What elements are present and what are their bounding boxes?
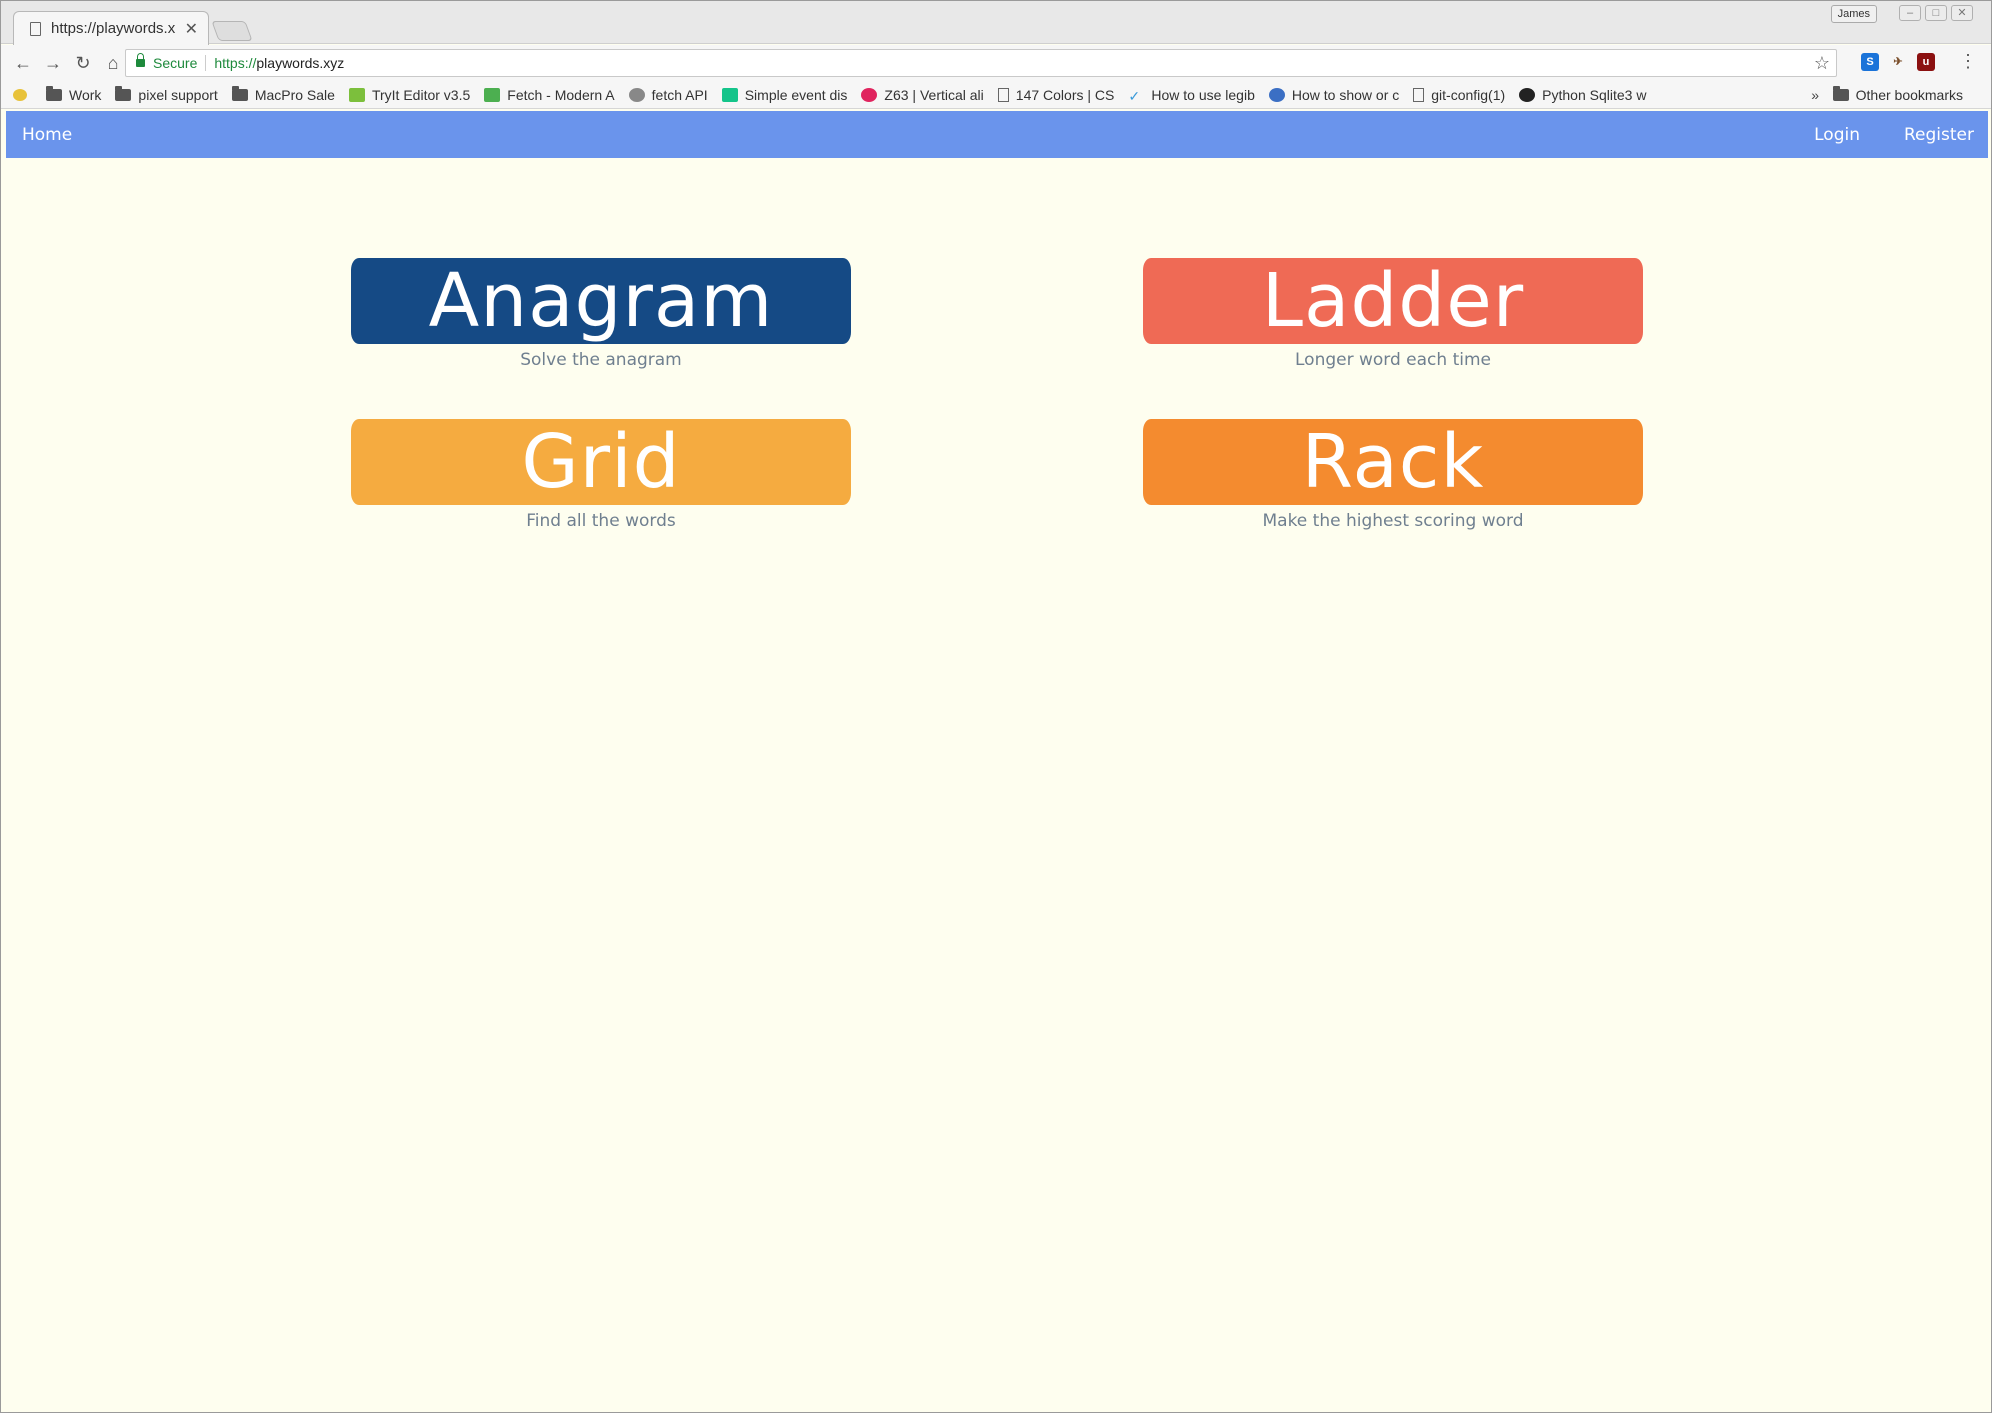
rack-button[interactable]: Rack [1143,419,1643,505]
url-host: playwords.xyz [256,55,345,71]
lock-icon [136,53,145,67]
anagram-description: Solve the anagram [520,350,682,370]
grid-description: Find all the words [526,511,676,531]
close-window-button[interactable]: ✕ [1951,5,1973,21]
bookmark-item[interactable]: TryIt Editor v3.5 [348,87,470,103]
home-icon[interactable]: ⌂ [99,49,127,77]
medium-icon [721,87,738,102]
extension-bird-icon[interactable]: ✈ [1889,53,1907,71]
game-card-rack: Rack Make the highest scoring word [1143,419,1643,531]
page-icon [1413,87,1425,102]
new-tab-button[interactable] [211,21,253,41]
folder-icon [46,85,62,101]
bookmark-item[interactable]: Z63 | Vertical ali [861,87,984,103]
maximize-window-button[interactable]: □ [1925,5,1947,21]
anagram-button[interactable]: Anagram [351,258,851,344]
globe-icon [628,87,645,102]
bookmark-item[interactable]: 147 Colors | CS [997,87,1114,103]
page-content: Home Login Register Anagram Solve the an… [6,111,1988,1411]
site-navbar: Home Login Register [6,111,1988,158]
w3-icon [348,87,365,102]
browser-tab[interactable]: https://playwords.x ✕ [13,11,209,45]
nav-home-link[interactable]: Home [22,125,72,145]
page-icon [30,21,41,36]
tab-strip: https://playwords.x ✕ James – □ ✕ [1,1,1991,45]
back-icon[interactable]: ← [9,49,37,77]
bookmark-item[interactable]: fetch API [628,87,708,103]
bookmark-item[interactable]: How to show or c [1268,87,1399,103]
github-icon [1519,87,1536,102]
bookmark-apps-icon[interactable] [13,88,34,101]
tab-title: https://playwords.x [51,20,176,37]
z63-icon [861,87,878,102]
reload-icon[interactable]: ↻ [69,49,97,77]
bookmarks-overflow-icon[interactable]: » [1811,87,1819,103]
bookmark-item[interactable]: ✓ How to use legib [1128,87,1255,104]
url-scheme: https:// [214,55,257,71]
profile-button[interactable]: James [1830,5,1877,23]
bookmark-item[interactable]: pixel support [115,85,218,103]
page-icon [997,87,1009,102]
bookmark-item[interactable]: MacPro Sale [231,85,335,103]
browser-window: https://playwords.x ✕ James – □ ✕ ← → ↻ … [0,0,1992,1413]
nav-login-link[interactable]: Login [1814,125,1860,145]
bookmark-item[interactable]: Work [46,85,101,103]
bookmark-star-icon[interactable]: ☆ [1814,53,1830,74]
check-icon: ✓ [1128,87,1141,104]
game-card-grid: Grid Find all the words [351,419,851,531]
grid-button[interactable]: Grid [351,419,851,505]
bookmark-item[interactable]: git-config(1) [1413,87,1505,103]
ladder-description: Longer word each time [1295,350,1491,370]
folder-icon [1832,85,1849,101]
bookmark-item[interactable]: Simple event dis [721,87,847,103]
rack-description: Make the highest scoring word [1262,511,1524,531]
game-card-anagram: Anagram Solve the anagram [351,258,851,370]
folder-icon [115,85,132,101]
bookmark-item[interactable]: Fetch - Modern A [484,87,615,103]
bookmarks-bar: Work pixel support MacPro Sale TryIt Edi… [1,81,1991,109]
game-card-ladder: Ladder Longer word each time [1143,258,1643,370]
blue-circle-icon [1268,87,1285,102]
address-bar[interactable]: Secure https:// playwords.xyz ☆ [125,49,1837,77]
nav-register-link[interactable]: Register [1904,125,1974,145]
bookmark-item[interactable]: Python Sqlite3 w [1519,87,1646,103]
extension-s-icon[interactable]: S [1861,53,1879,71]
browser-menu-icon[interactable]: ⋮ [1959,51,1977,72]
folder-icon [231,85,248,101]
ladder-button[interactable]: Ladder [1143,258,1643,344]
security-label: Secure [153,55,198,71]
ublock-icon[interactable]: u [1917,53,1935,71]
address-separator [205,55,207,71]
minimize-window-button[interactable]: – [1899,5,1921,21]
close-tab-icon[interactable]: ✕ [185,19,198,39]
browser-toolbar: ← → ↻ ⌂ Secure https:// playwords.xyz ☆ … [1,45,1991,81]
forward-icon[interactable]: → [39,49,67,77]
fetch-icon [484,87,501,102]
other-bookmarks[interactable]: Other bookmarks [1832,85,1963,103]
